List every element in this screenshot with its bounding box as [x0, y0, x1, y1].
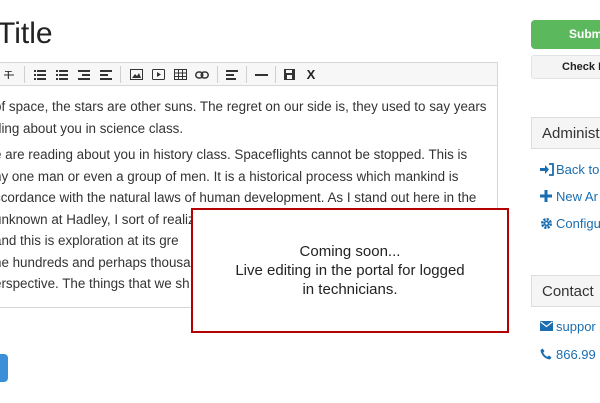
outdent-icon[interactable]: [75, 66, 93, 83]
bullet-list-icon[interactable]: [31, 66, 49, 83]
editor-paragraph-1: of space, the stars are other suns. The …: [0, 96, 514, 139]
editor-line: of space, the stars are other suns. The …: [0, 99, 487, 114]
toolbar-divider: [120, 66, 121, 83]
envelope-icon: [540, 321, 556, 331]
horizontal-rule-icon[interactable]: [252, 66, 270, 83]
editor-line: e are reading about you in history class…: [0, 147, 468, 162]
submit-button[interactable]: Submit: [531, 20, 600, 49]
sign-in-icon: [540, 162, 556, 176]
image-icon[interactable]: [127, 66, 145, 83]
align-icon[interactable]: [223, 66, 241, 83]
admin-link-label: Back to: [556, 161, 600, 177]
toolbar-divider: [246, 66, 247, 83]
coming-soon-overlay: Coming soon... Live editing in the porta…: [191, 208, 509, 333]
toolbar-divider: [217, 66, 218, 83]
contact-link-email[interactable]: suppor: [540, 317, 596, 335]
contact-panel-header: Contact: [531, 275, 600, 307]
editor-toolbar: T X: [0, 62, 498, 86]
editor-line: ccordance with the natural laws of human…: [0, 190, 477, 205]
plus-icon: [540, 190, 556, 202]
editor-line: ny one man or even a group of men. It is…: [0, 168, 459, 184]
page-title: Title: [0, 17, 53, 50]
gear-icon: [540, 217, 556, 230]
admin-link-back[interactable]: Back to: [540, 160, 599, 178]
link-icon[interactable]: [193, 66, 211, 83]
toolbar-divider: [275, 66, 276, 83]
strike-icon[interactable]: T: [0, 66, 18, 83]
editor-line: ding about you in science class.: [0, 120, 184, 136]
close-icon[interactable]: X: [302, 66, 320, 83]
admin-link-label: Configu: [556, 215, 600, 231]
overlay-line-1: Coming soon...: [299, 243, 401, 260]
indent-icon[interactable]: [97, 66, 115, 83]
numbered-list-icon[interactable]: [53, 66, 71, 83]
admin-link-new-article[interactable]: New Ar: [540, 187, 598, 205]
admin-link-label: New Ar: [556, 188, 598, 204]
toolbar-divider: [24, 66, 25, 83]
overlay-line-3: in technicians.: [302, 281, 398, 298]
save-icon[interactable]: [280, 66, 298, 83]
admin-link-configure[interactable]: Configu: [540, 214, 600, 232]
table-icon[interactable]: [171, 66, 189, 83]
phone-icon: [540, 348, 556, 360]
overlay-line-2: Live editing in the portal for logged: [235, 262, 465, 279]
admin-panel-header: Administ: [531, 117, 600, 149]
check-button[interactable]: Check E: [531, 55, 600, 79]
contact-link-label: suppor: [556, 318, 596, 334]
contact-link-phone[interactable]: 866.99: [540, 345, 596, 363]
primary-button[interactable]: [0, 354, 8, 382]
contact-link-label: 866.99: [556, 346, 596, 362]
video-icon[interactable]: [149, 66, 167, 83]
